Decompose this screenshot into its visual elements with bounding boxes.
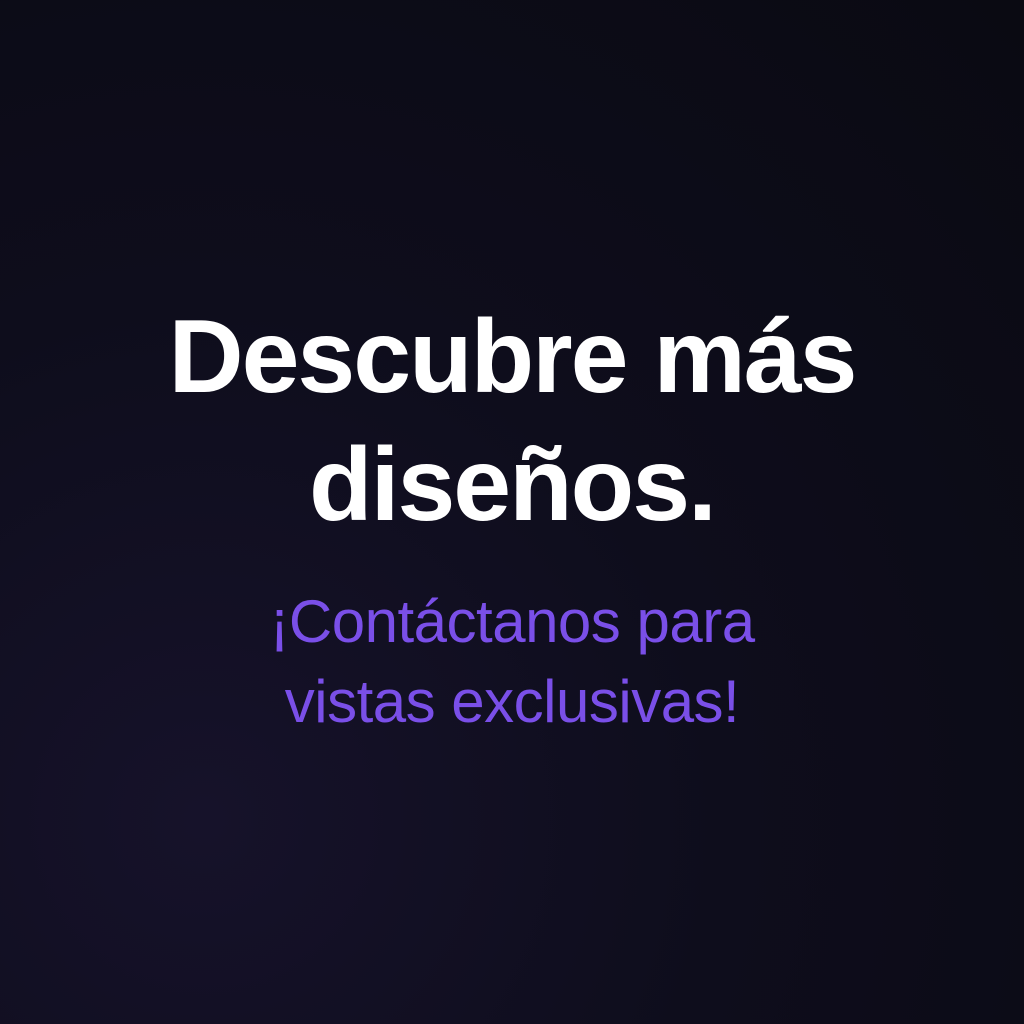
headline-line-1: Descubre más: [168, 299, 857, 415]
contact-callout: ¡Contáctanos para vistas exclusivas!: [0, 582, 1024, 742]
headline: Descubre más diseños.: [0, 293, 1024, 549]
contact-callout-line-1: ¡Contáctanos para: [269, 588, 755, 655]
headline-line-2: diseños.: [309, 427, 717, 543]
contact-callout-line-2: vistas exclusivas!: [284, 668, 740, 735]
promo-card: Descubre más diseños. ¡Contáctanos para …: [0, 0, 1024, 1024]
